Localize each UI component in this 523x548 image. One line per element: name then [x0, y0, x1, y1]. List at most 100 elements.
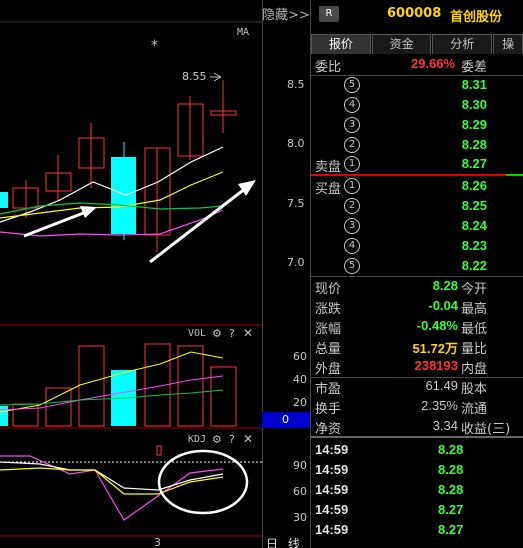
tick-row: 14:59 8.27: [311, 522, 523, 542]
buy-label: 买盘: [315, 182, 342, 197]
kdj-label: KDJ: [188, 434, 207, 445]
sell-level: 2: [344, 137, 360, 153]
buy-row: 5 8.22: [311, 258, 523, 276]
vol-tick: 20: [293, 396, 307, 409]
buy-level: 1: [344, 178, 360, 194]
sell-row: 卖盘 1 8.27: [311, 156, 523, 175]
vol-tick: 40: [293, 373, 307, 386]
vol-zero-box: 0: [262, 412, 310, 428]
tick-time: 14:59: [315, 522, 349, 537]
buy-price: 8.23: [461, 238, 487, 253]
tick-time: 14:59: [315, 462, 349, 477]
buy-row: 买盘 1 8.26: [311, 178, 523, 197]
tick-time: 14:59: [315, 502, 349, 517]
price-tick: 7.5: [287, 197, 305, 210]
sell-row: 5 8.31: [311, 77, 523, 95]
gear-icon: ⚙: [212, 327, 222, 340]
kdj-tick: 30: [293, 511, 307, 524]
stat-row: 市盈 61.49 股本: [311, 378, 523, 398]
vol-tick: 60: [293, 350, 307, 363]
kdj-tick: 60: [293, 485, 307, 498]
stat-value: 61.49: [425, 378, 458, 393]
sell-level: 5: [344, 77, 360, 93]
kdj-tick: 90: [293, 459, 307, 472]
help-icon: ?: [229, 327, 235, 340]
stock-code: 600008: [387, 6, 442, 21]
buy-price: 8.26: [461, 178, 487, 193]
sell-price: 8.29: [461, 117, 487, 132]
stat-value: -0.48%: [416, 318, 458, 333]
tab-more[interactable]: 操: [493, 34, 523, 54]
buy-level: 3: [344, 218, 360, 234]
sell-price: 8.27: [461, 156, 487, 171]
stat-label: 总量: [315, 342, 342, 357]
period-label[interactable]: 日 线: [266, 535, 303, 548]
stat-value: -0.04: [428, 298, 458, 313]
stat-value: 51.72万: [412, 341, 458, 356]
stat-label: 涨幅: [315, 322, 342, 337]
r-badge: R: [319, 6, 339, 22]
buy-level: 5: [344, 258, 360, 274]
buy-row: 3 8.24: [311, 218, 523, 236]
sell-label: 卖盘: [315, 160, 342, 175]
buy-level: 2: [344, 198, 360, 214]
stat-value: 3.34: [432, 418, 458, 433]
tick-row: 14:59 8.27: [311, 502, 523, 522]
vol-panel-icons[interactable]: ⚙ ? ✕: [212, 326, 253, 340]
gear-icon: ⚙: [212, 433, 222, 446]
panel-tabs: 报价 资金 分析 操: [311, 34, 523, 54]
candle: [111, 157, 136, 234]
vol-bar: [177, 345, 204, 427]
stat-label-2: 今开: [461, 282, 488, 297]
ratio-label: 委比: [315, 60, 342, 75]
tick-time: 14:59: [315, 482, 349, 497]
kdj-panel-icons[interactable]: ⚙ ? ✕: [212, 432, 253, 446]
vol-bar: [78, 345, 105, 427]
high-marker-label: 8.55: [182, 70, 207, 83]
vol-label: VOL: [188, 328, 207, 339]
kdj-marker: [156, 445, 162, 456]
stat-label: 外盘: [315, 362, 342, 377]
stat-label-2: 量比: [461, 342, 488, 357]
sell-row: 3 8.29: [311, 117, 523, 135]
high-marker-line: [213, 72, 222, 78]
sell-price: 8.28: [461, 137, 487, 152]
close-icon: ✕: [243, 432, 253, 446]
tab-funds[interactable]: 资金: [371, 34, 432, 54]
vol-bar: [210, 366, 237, 427]
price-tick: 8.0: [287, 137, 305, 150]
bid-ask-divider-green: [506, 174, 523, 176]
ratio-value: 29.66%: [411, 56, 456, 71]
stat-label: 市盈: [315, 382, 342, 397]
stat-label-2: 最低: [461, 322, 488, 337]
stat-row: 净资 3.34 收益(三): [311, 418, 523, 438]
sell-price: 8.30: [461, 97, 487, 112]
sell-row: 2 8.28: [311, 137, 523, 155]
sell-level: 3: [344, 117, 360, 133]
stat-row: 现价 8.28 今开: [311, 278, 523, 298]
candle: [0, 192, 8, 208]
bid-ask-divider: [311, 174, 506, 176]
tab-analysis[interactable]: 分析: [432, 34, 493, 54]
kline-chart-area[interactable]: * ⚙ ? ✕ ⚙ ? ✕ 隐藏>> MA 8.55 VOL KDJ 8.5 8…: [0, 0, 310, 548]
price-tick: 7.0: [287, 256, 305, 269]
tick-price: 8.27: [438, 522, 464, 537]
buy-level: 4: [344, 238, 360, 254]
vol-bar: [0, 406, 8, 426]
stat-value: 238193: [414, 358, 458, 373]
sell-price: 8.31: [461, 77, 487, 92]
tick-row: 14:59 8.28: [311, 482, 523, 502]
quote-panel: R 600008 首创股份 报价 资金 分析 操 委比 29.66% 委差 5 …: [310, 0, 523, 548]
kdj-white-line: [0, 461, 224, 491]
tick-row: 14:59 8.28: [311, 462, 523, 482]
price-axis: 8.5 8.0 7.5 7.0 60 40 20 90 60 30: [262, 0, 310, 548]
stat-label: 净资: [315, 422, 342, 437]
vol-bar: [45, 387, 72, 427]
tab-quote[interactable]: 报价: [311, 34, 371, 54]
stat-label-2: 收益(三): [461, 422, 511, 437]
tick-row: 14:59 8.28: [311, 442, 523, 462]
buy-row: 4 8.23: [311, 238, 523, 256]
stat-row: 换手 2.35% 流通: [311, 398, 523, 418]
annotation-arrows: [23, 180, 256, 264]
stat-label-2: 流通: [461, 402, 488, 417]
